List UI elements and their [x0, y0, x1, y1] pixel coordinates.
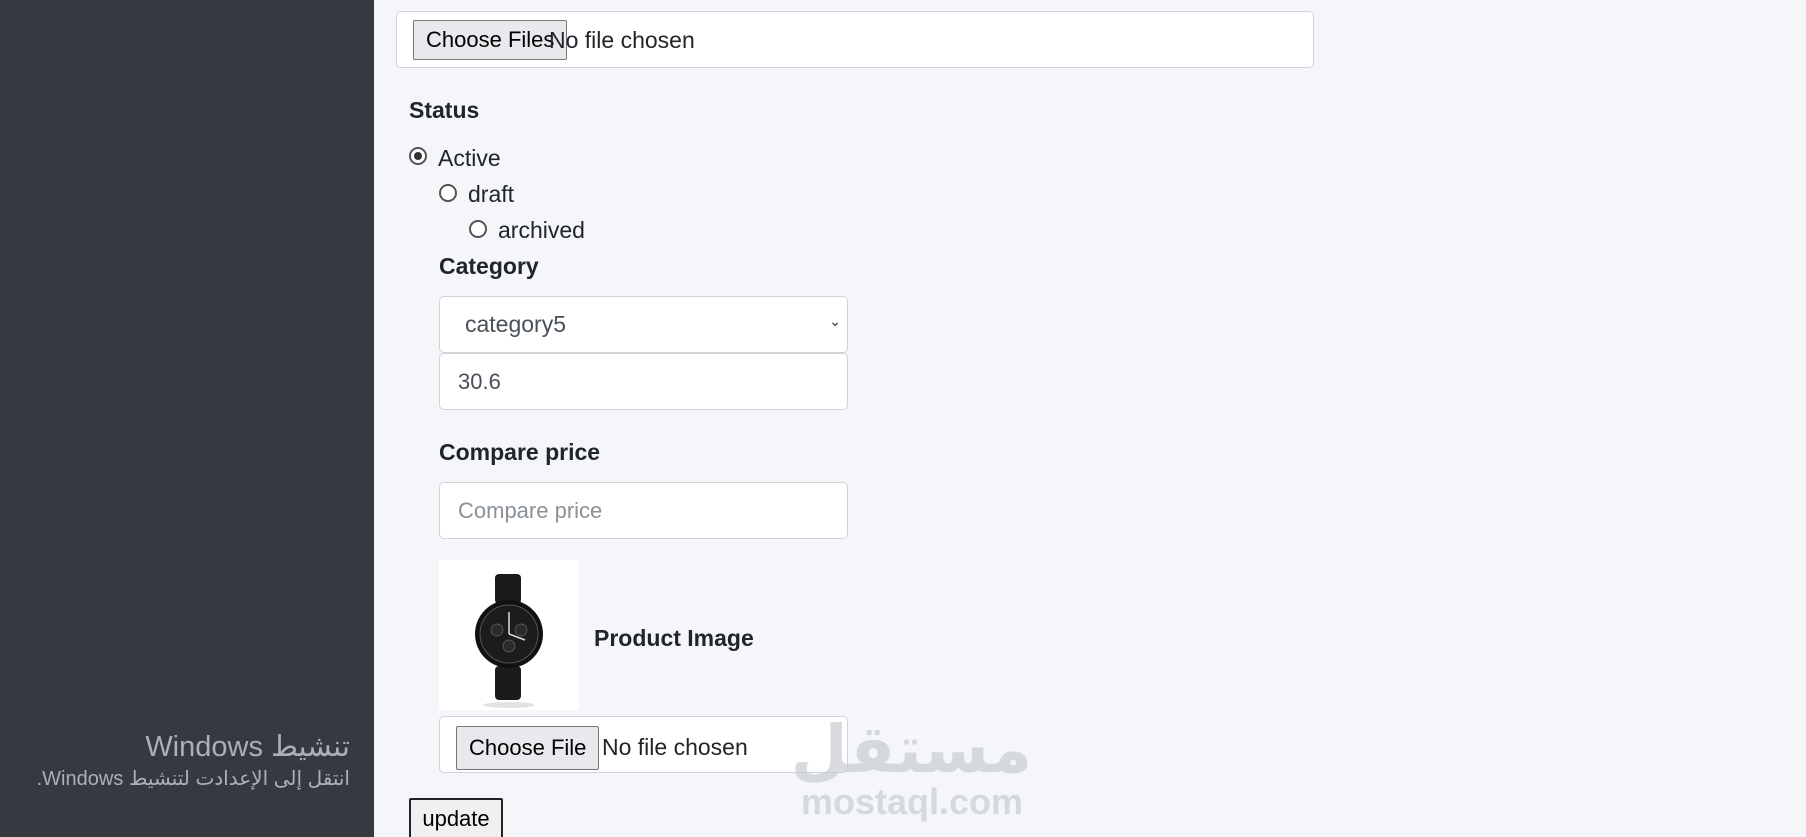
- status-label: Status: [409, 97, 480, 123]
- product-image-preview: [439, 560, 579, 710]
- category-label: Category: [439, 253, 539, 279]
- mostaql-watermark: مستقل mostaql.com: [790, 712, 1032, 822]
- windows-activation-subtitle: انتقل إلى الإعدادت لتنشيط Windows.: [36, 768, 350, 790]
- product-image-file-input[interactable]: Choose File No file chosen: [439, 716, 848, 773]
- update-button[interactable]: update: [409, 798, 503, 837]
- choose-file-button[interactable]: Choose File: [456, 726, 600, 770]
- watch-image: [439, 560, 579, 710]
- compare-price-input[interactable]: [439, 482, 848, 539]
- compare-price-label: Compare price: [439, 439, 601, 465]
- watermark-arabic: مستقل: [790, 712, 1032, 786]
- watermark-latin: mostaql.com: [800, 781, 1024, 822]
- category-selected-value: category5: [465, 311, 567, 337]
- price-input[interactable]: [439, 353, 848, 410]
- radio-archived[interactable]: [469, 220, 487, 238]
- radio-active[interactable]: [409, 147, 427, 165]
- radio-draft[interactable]: [439, 184, 457, 202]
- radio-draft-label: draft: [468, 181, 515, 207]
- category-select[interactable]: category5 ⌄: [439, 296, 848, 353]
- file-status-text: No file chosen: [549, 27, 695, 53]
- image-file-status-text: No file chosen: [602, 734, 748, 760]
- gallery-file-input[interactable]: Choose Files No file chosen: [396, 11, 1314, 68]
- sidebar: تنشيط Windows انتقل إلى الإعدادت لتنشيط …: [0, 0, 374, 837]
- radio-archived-label: archived: [498, 217, 585, 243]
- windows-activation-notice: تنشيط Windows انتقل إلى الإعدادت لتنشيط …: [37, 729, 350, 793]
- product-image-label: Product Image: [594, 625, 754, 651]
- radio-active-label: Active: [438, 145, 501, 171]
- choose-files-button[interactable]: Choose Files: [413, 20, 568, 60]
- windows-activation-title: تنشيط Windows: [145, 731, 350, 763]
- product-edit-form: Choose Files No file chosen Status Activ…: [374, 0, 1806, 837]
- chevron-down-icon: ⌄: [829, 313, 841, 329]
